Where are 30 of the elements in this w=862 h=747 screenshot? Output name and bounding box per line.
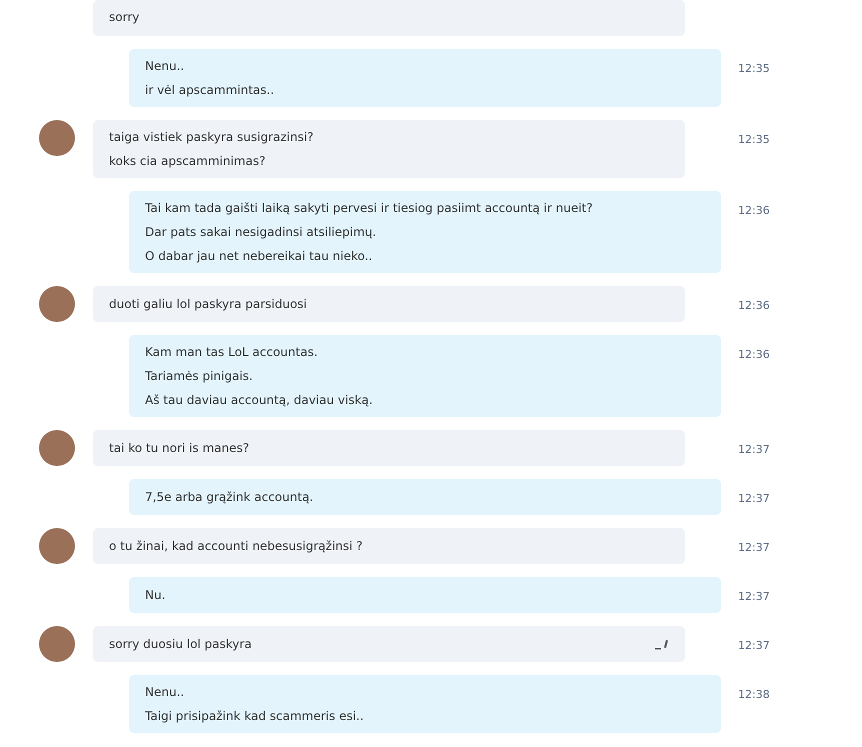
message-text: sorry duosiu lol paskyra — [109, 636, 253, 653]
message-time: 12:38 — [738, 688, 770, 701]
message-text: koks cia apscamminimas? — [109, 153, 266, 170]
message-text: Tai kam tada gaišti laiką sakyti pervesi ir tiesiog pasiimt accountą ir nueit? — [145, 200, 594, 217]
message-time: 12:35 — [738, 133, 770, 146]
message-time: 12:36 — [738, 204, 770, 217]
message-text: ir vėl apscammintas.. — [145, 82, 276, 99]
message-time: 12:37 — [738, 541, 770, 554]
message-text: Dar pats sakai nesigadinsi atsiliepimų. — [145, 224, 378, 241]
message-time: 12:37 — [738, 639, 770, 652]
message-text: Taigi prisipažink kad scammeris esi.. — [145, 708, 365, 725]
message-text: Tariamės pinigais. — [145, 368, 254, 385]
message-text: duoti galiu lol paskyra parsiduosi — [109, 296, 308, 313]
message-time: 12:36 — [738, 299, 770, 312]
message-text: Nenu.. — [145, 684, 186, 701]
message-text: taiga vistiek paskyra susigrazinsi? — [109, 129, 315, 146]
message-text: Nenu.. — [145, 58, 186, 75]
message-time: 12:37 — [738, 492, 770, 505]
message-text: o tu žinai, kad accounti nebesusigrąžinsi ? — [109, 538, 364, 555]
message-text: 7,5e arba grąžink accountą. — [145, 489, 314, 506]
message-time: 12:36 — [738, 348, 770, 361]
message-text: O dabar jau net nebereikai tau nieko.. — [145, 248, 374, 265]
message-time: 12:37 — [738, 590, 770, 603]
message-text: Kam man tas LoL accountas. — [145, 344, 319, 361]
message-time: 12:35 — [738, 62, 770, 75]
message-text: sorry — [109, 9, 140, 26]
message-text: tai ko tu nori is manes? — [109, 440, 250, 457]
message-text: Aš tau daviau accountą, daviau viską. — [145, 392, 374, 409]
message-time: 12:37 — [738, 443, 770, 456]
message-text: Nu. — [145, 587, 166, 604]
